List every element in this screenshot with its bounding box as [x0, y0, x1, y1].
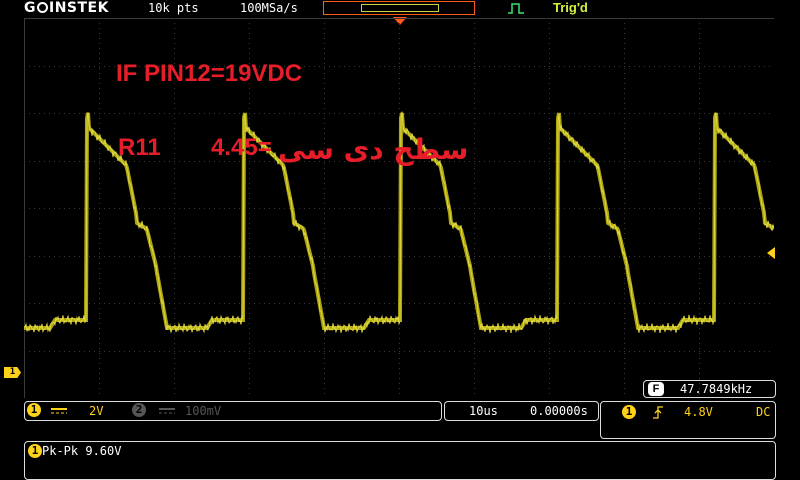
trigger-level: 4.8V: [684, 405, 713, 419]
frequency-readout: F 47.7849kHz: [643, 380, 776, 398]
brand-logo: G INSTEK: [24, 0, 109, 16]
measurement-panel: 1 Pk-Pk 9.60V: [24, 441, 776, 480]
measurement-channel-badge: 1: [28, 444, 42, 458]
timebase-position: 0.00000s: [530, 404, 588, 418]
memory-view-window: [361, 4, 439, 12]
trigger-coupling: DC: [756, 405, 771, 419]
top-status-bar: G INSTEK 10k pts 100MSa/s Trig'd: [0, 0, 800, 18]
ch1-badge[interactable]: 1: [27, 403, 41, 417]
annotation-r11-value: 4.45=: [211, 134, 272, 161]
rising-edge-icon: [653, 406, 663, 419]
channel-scale-panel[interactable]: 1 2V 2 100mV: [24, 401, 442, 421]
annotation-r11-label: R11: [118, 134, 161, 161]
ch2-badge[interactable]: 2: [132, 403, 146, 417]
frequency-icon: F: [648, 382, 664, 396]
memory-bar: [323, 1, 475, 15]
dc-coupling-icon: [51, 408, 67, 414]
trigger-source-badge: 1: [622, 405, 636, 419]
annotation-pin12: IF PIN12=19VDC: [116, 60, 303, 87]
annotation-persian-dc-level: سطح دی سی: [278, 133, 469, 166]
trigger-edge-icon: [508, 3, 524, 14]
trigger-level-marker[interactable]: [767, 247, 775, 259]
ch1-ground-marker[interactable]: 1: [4, 367, 21, 378]
timebase-scale: 10us: [469, 404, 498, 418]
record-length: 10k pts: [148, 1, 199, 15]
ch2-scale: 100mV: [185, 404, 222, 418]
trigger-panel[interactable]: 1 4.8V DC: [600, 401, 776, 439]
ch2-dc-coupling-icon: [159, 408, 175, 414]
frequency-value: 47.7849kHz: [680, 382, 753, 396]
timebase-panel[interactable]: 10us 0.00000s: [444, 401, 599, 421]
sample-rate: 100MSa/s: [240, 1, 298, 15]
ch1-scale: 2V: [89, 404, 104, 418]
measurement-pkpk: Pk-Pk 9.60V: [42, 444, 122, 458]
trigger-status: Trig'd: [553, 0, 588, 15]
